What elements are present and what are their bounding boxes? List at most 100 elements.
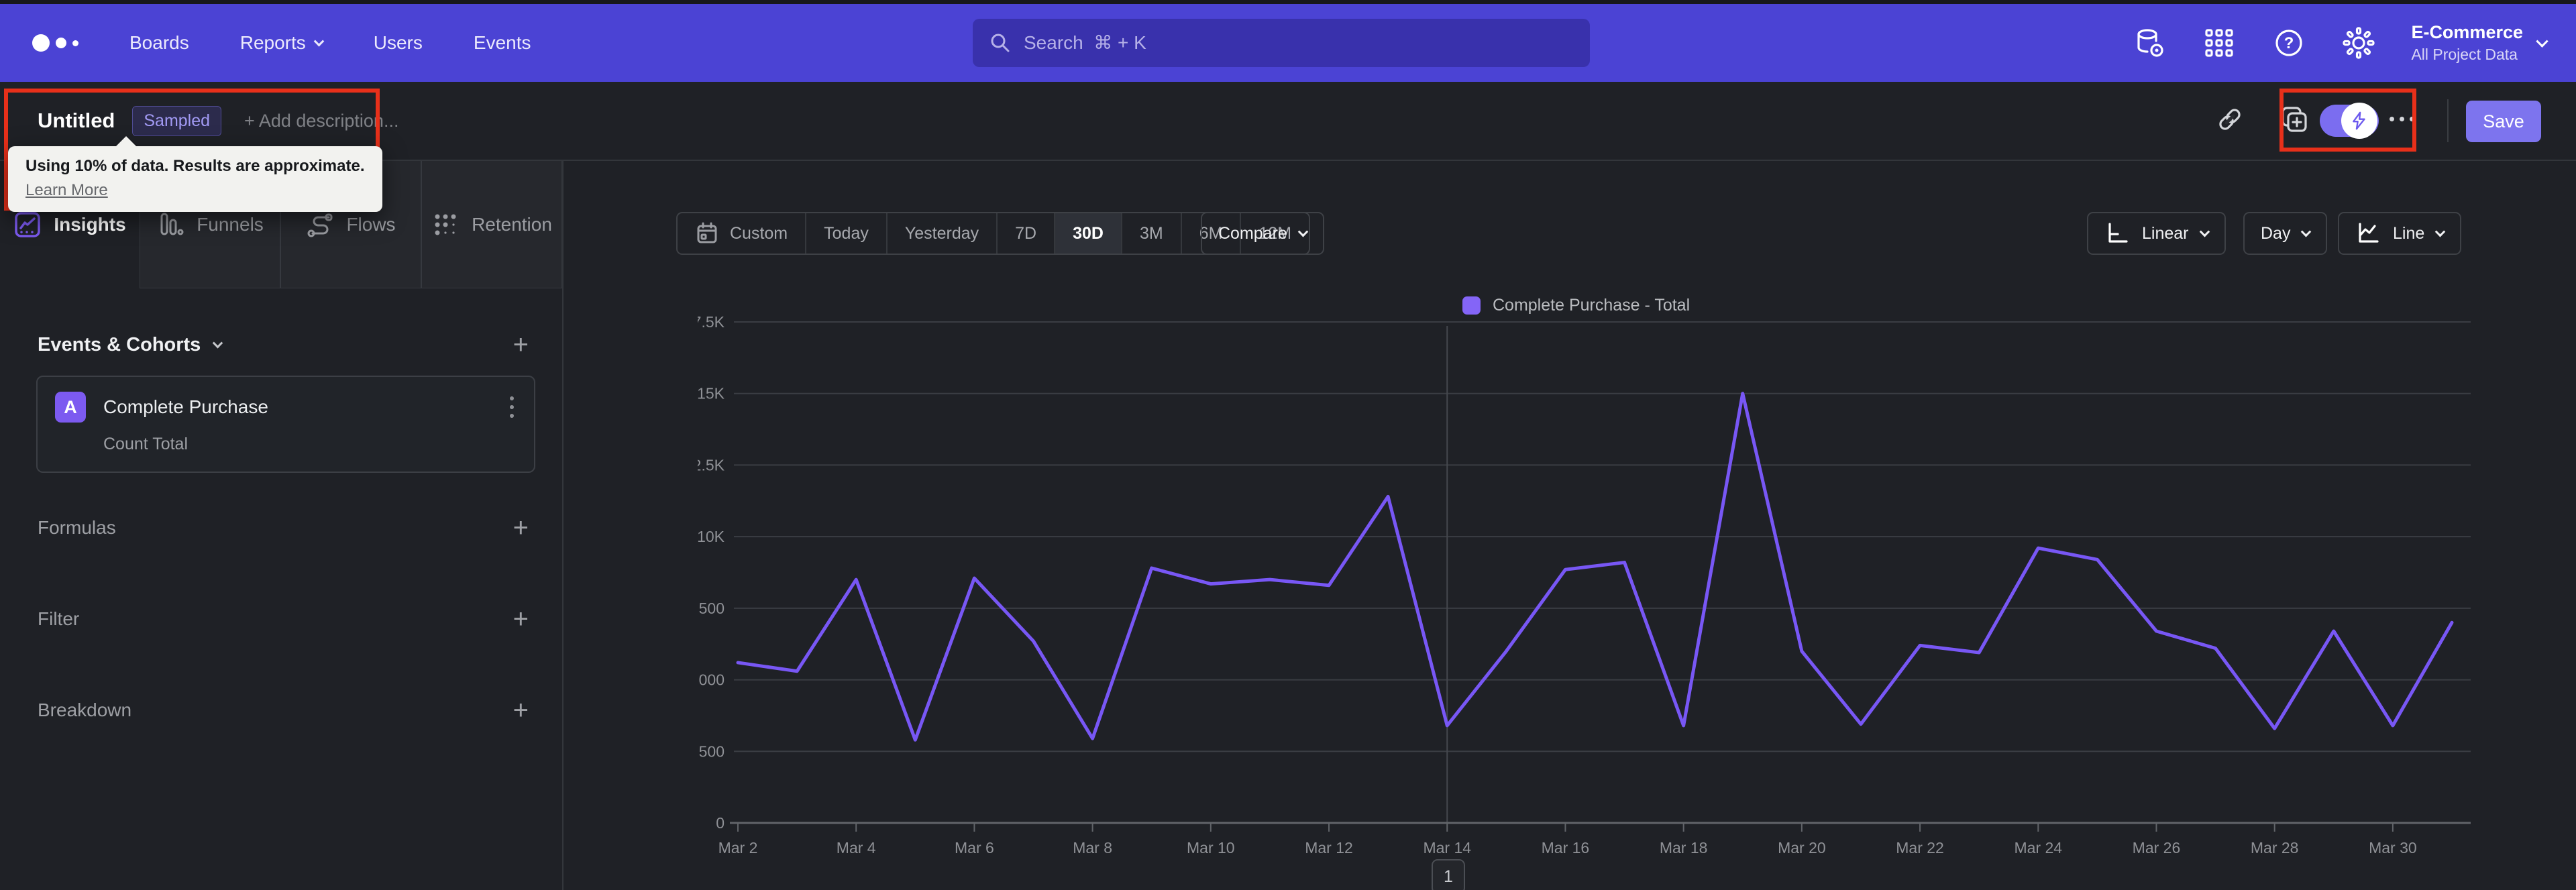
toggle-knob — [2341, 103, 2377, 139]
add-formula-button[interactable]: + — [513, 514, 529, 541]
legend-label: Complete Purchase - Total — [1493, 296, 1690, 315]
chart-type-selector[interactable]: Line — [2338, 212, 2462, 255]
event-row-complete-purchase[interactable]: A Complete Purchase Count Total — [36, 376, 535, 473]
nav-item-label: Users — [373, 32, 423, 53]
legend-swatch — [1462, 296, 1481, 315]
svg-text:Mar 8: Mar 8 — [1073, 839, 1112, 856]
project-switcher[interactable]: E-Commerce All Project Data — [2411, 22, 2548, 64]
interval-label: Day — [2261, 223, 2291, 243]
learn-more-link[interactable]: Learn More — [25, 181, 108, 200]
tooltip-text: Using 10% of data. Results are approxima… — [25, 157, 365, 175]
global-search[interactable] — [973, 19, 1590, 67]
svg-text:7,500: 7,500 — [698, 600, 724, 617]
svg-text:0: 0 — [716, 814, 724, 832]
scale-label: Linear — [2142, 223, 2189, 243]
range-label: Today — [824, 223, 869, 243]
nav-item-reports[interactable]: Reports — [239, 32, 325, 54]
chevron-down-icon — [2434, 226, 2446, 237]
range-7d[interactable]: 7D — [998, 213, 1056, 254]
svg-text:Mar 16: Mar 16 — [1542, 839, 1590, 856]
nav-item-label: Events — [473, 32, 531, 53]
range-label: 3M — [1139, 223, 1163, 243]
chart-legend[interactable]: Complete Purchase - Total — [1462, 296, 1690, 315]
range-custom[interactable]: Custom — [678, 213, 807, 254]
flows-icon — [307, 213, 333, 237]
range-today[interactable]: Today — [806, 213, 888, 254]
svg-text:10K: 10K — [698, 528, 725, 545]
more-options-button[interactable] — [2390, 117, 2414, 121]
compare-button[interactable]: Compare — [1201, 212, 1324, 255]
mixpanel-logo[interactable] — [32, 34, 78, 52]
svg-text:2,500: 2,500 — [698, 742, 724, 760]
svg-text:5,000: 5,000 — [698, 671, 724, 689]
svg-text:Mar 28: Mar 28 — [2251, 839, 2299, 856]
project-name: E-Commerce — [2411, 22, 2523, 42]
range-yesterday[interactable]: Yesterday — [888, 213, 998, 254]
nav-item-label: Boards — [129, 32, 189, 53]
nav-item-events[interactable]: Events — [474, 32, 531, 54]
settings-gear-icon[interactable] — [2341, 25, 2376, 60]
range-3m[interactable]: 3M — [1122, 213, 1182, 254]
tab-retention[interactable]: Retention — [421, 161, 562, 288]
fast-query-toggle[interactable] — [2320, 103, 2379, 139]
top-navbar: Boards Reports Users Events ? E-Commerce — [0, 4, 2576, 82]
interval-selector[interactable]: Day — [2243, 212, 2328, 255]
events-cohorts-header[interactable]: Events & Cohorts — [38, 334, 223, 356]
search-input[interactable] — [1024, 32, 1574, 54]
range-label: 30D — [1073, 223, 1104, 243]
breakdown-label: Breakdown — [38, 700, 132, 720]
svg-text:Mar 10: Mar 10 — [1187, 839, 1235, 856]
svg-text:17.5K: 17.5K — [698, 313, 725, 331]
insights-icon — [15, 212, 41, 237]
chart-type-label: Line — [2393, 223, 2425, 243]
report-header-bar: Untitled Sampled + Add description... Sa… — [0, 82, 2576, 161]
app-window: Boards Reports Users Events ? E-Commerce — [0, 0, 2576, 890]
retention-icon — [435, 214, 456, 235]
add-event-button[interactable]: + — [513, 331, 529, 358]
copy-link-icon[interactable] — [2211, 101, 2249, 138]
svg-text:Mar 6: Mar 6 — [955, 839, 994, 856]
chevron-down-icon — [313, 36, 325, 46]
funnels-icon — [160, 213, 184, 235]
svg-text:Mar 2: Mar 2 — [718, 839, 758, 856]
nav-item-users[interactable]: Users — [374, 32, 423, 54]
add-to-board-icon[interactable] — [2275, 101, 2313, 138]
add-breakdown-button[interactable]: + — [513, 697, 529, 724]
range-30d[interactable]: 30D — [1055, 213, 1122, 254]
data-management-icon[interactable] — [2132, 25, 2167, 60]
chevron-down-icon — [2199, 226, 2210, 237]
chevron-down-icon — [213, 337, 223, 348]
formulas-section: Formulas + — [0, 514, 562, 541]
svg-text:15K: 15K — [698, 385, 725, 402]
navbar-right-cluster: ? E-Commerce All Project Data — [2132, 4, 2548, 82]
event-metric-selector[interactable]: Count Total — [103, 435, 517, 454]
svg-text:Mar 14: Mar 14 — [1423, 839, 1471, 856]
divider — [2447, 99, 2449, 142]
chevron-down-icon — [2536, 34, 2548, 48]
pagination-page-1[interactable]: 1 — [1432, 859, 1465, 890]
svg-text:Mar 18: Mar 18 — [1660, 839, 1708, 856]
svg-text:?: ? — [2284, 34, 2294, 52]
linear-scale-icon — [2108, 223, 2128, 243]
search-icon — [991, 34, 1010, 52]
add-description-field[interactable]: + Add description... — [244, 111, 398, 131]
help-icon[interactable]: ? — [2271, 25, 2306, 60]
compare-label: Compare — [1218, 223, 1287, 243]
apps-grid-icon[interactable] — [2202, 25, 2237, 60]
svg-text:Mar 20: Mar 20 — [1778, 839, 1826, 856]
svg-text:Mar 12: Mar 12 — [1305, 839, 1353, 856]
sampled-badge[interactable]: Sampled — [132, 105, 222, 136]
nav-item-boards[interactable]: Boards — [129, 32, 189, 54]
nav-item-label: Reports — [239, 32, 306, 53]
report-title[interactable]: Untitled — [38, 109, 115, 133]
save-button[interactable]: Save — [2466, 101, 2541, 142]
tab-label: Insights — [54, 214, 126, 235]
event-series-badge: A — [55, 392, 86, 423]
scale-selector[interactable]: Linear — [2087, 212, 2226, 255]
svg-text:12.5K: 12.5K — [698, 456, 725, 474]
event-name[interactable]: Complete Purchase — [103, 396, 507, 418]
add-filter-button[interactable]: + — [513, 606, 529, 632]
event-kebab-menu[interactable] — [507, 394, 517, 421]
lightning-bolt-icon — [2353, 111, 2365, 130]
breakdown-section: Breakdown + — [0, 697, 562, 724]
